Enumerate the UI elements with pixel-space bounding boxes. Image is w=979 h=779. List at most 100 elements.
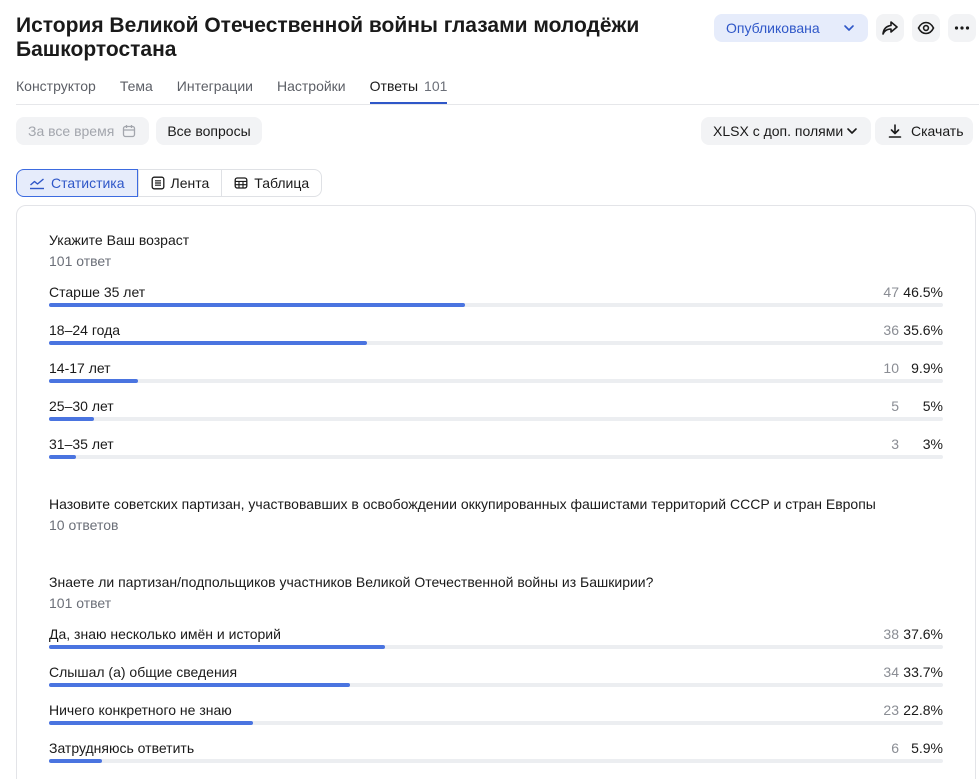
tab-label: Ответы (369, 78, 419, 94)
view-switcher: Статистика Лента Таблица (16, 169, 323, 197)
answer-option: Да, знаю несколько имён и историй 38 37.… (49, 626, 943, 650)
option-bar-track (49, 645, 943, 649)
option-count: 23 (883, 702, 899, 718)
option-bar-track (49, 759, 943, 763)
option-count: 6 (891, 740, 899, 756)
answer-option: 14-17 лет 10 9.9% (49, 360, 943, 384)
question-title: Знаете ли партизан/подпольщиков участник… (49, 574, 654, 590)
option-percent: 33.7% (903, 664, 943, 680)
calendar-icon (122, 125, 136, 138)
option-count: 3 (891, 436, 899, 452)
option-bar-fill (49, 645, 386, 649)
option-label: Ничего конкретного не знаю (49, 702, 232, 718)
question-answers-count: 101 ответ (49, 595, 112, 611)
option-percent: 5.9% (911, 740, 943, 756)
answer-option: Ничего конкретного не знаю 23 22.8% (49, 702, 943, 726)
option-label: Затрудняюсь ответить (49, 740, 195, 756)
option-bar-track (49, 417, 943, 421)
option-bar-track (49, 455, 943, 459)
option-bar-track (49, 341, 943, 345)
option-bar-track (49, 379, 943, 383)
question-answers-count: 10 ответов (49, 517, 119, 533)
answers-count-badge: 101 (424, 78, 448, 94)
tab-answers[interactable]: Ответы 101 (369, 78, 448, 104)
option-count: 34 (883, 664, 899, 680)
view-feed[interactable]: Лента (137, 170, 222, 196)
option-bar-fill (49, 759, 102, 763)
option-bar-fill (49, 341, 368, 345)
option-bar-fill (49, 455, 76, 459)
option-percent: 5% (922, 398, 943, 414)
question-answers-count: 101 ответ (49, 253, 112, 269)
preview-button[interactable] (912, 14, 940, 42)
questions-filter-button[interactable]: Все вопросы (156, 117, 262, 145)
option-percent: 37.6% (903, 626, 943, 642)
more-button[interactable] (948, 14, 976, 42)
option-bar-fill (49, 417, 94, 421)
share-button[interactable] (876, 14, 904, 42)
option-bar-fill (49, 683, 351, 687)
list-icon (151, 176, 164, 190)
option-label: 14-17 лет (49, 360, 111, 376)
answer-option: Слышал (а) общие сведения 34 33.7% (49, 664, 943, 688)
option-percent: 9.9% (911, 360, 943, 376)
tab-label: Интеграции (176, 78, 253, 94)
chart-icon (30, 178, 44, 190)
option-percent: 46.5% (903, 284, 943, 300)
option-bar-track (49, 721, 943, 725)
option-label: 25–30 лет (49, 398, 114, 414)
option-count: 10 (883, 360, 899, 376)
status-dropdown[interactable]: Опубликована (714, 14, 868, 42)
questions-filter-label: Все вопросы (167, 123, 251, 139)
option-label: 31–35 лет (49, 436, 114, 452)
more-dots-icon (954, 26, 970, 30)
eye-icon (917, 21, 935, 35)
view-label: Лента (170, 175, 210, 191)
tab-theme[interactable]: Тема (120, 78, 153, 104)
option-count: 36 (883, 322, 899, 338)
question-block[interactable]: Назовите советских партизан, участвовавш… (49, 494, 943, 535)
view-statistics[interactable]: Статистика (16, 169, 138, 197)
question-title: Укажите Ваш возраст (49, 232, 190, 248)
export-format-label: XLSX с доп. полями (713, 123, 844, 139)
answer-option: 25–30 лет 5 5% (49, 398, 943, 422)
answer-option: Старше 35 лет 47 46.5% (49, 284, 943, 308)
option-percent: 3% (922, 436, 943, 452)
date-range-placeholder: За все время (28, 123, 115, 139)
answer-option: 31–35 лет 3 3% (49, 436, 943, 460)
option-label: 18–24 года (49, 322, 121, 338)
tab-label: Тема (119, 78, 153, 94)
option-label: Старше 35 лет (49, 284, 146, 300)
view-label: Таблица (254, 175, 310, 191)
question-block: Укажите Ваш возраст 101 ответ (49, 230, 943, 271)
view-table[interactable]: Таблица (221, 170, 321, 196)
table-icon (234, 177, 248, 189)
option-percent: 22.8% (903, 702, 943, 718)
answer-option: 18–24 года 36 35.6% (49, 322, 943, 346)
tab-constructor[interactable]: Конструктор (16, 78, 96, 104)
option-label: Слышал (а) общие сведения (49, 664, 238, 680)
form-tabs: Конструктор Тема Интеграции Настройки От… (16, 78, 471, 104)
question-block: Знаете ли партизан/подпольщиков участник… (49, 572, 943, 613)
option-count: 5 (891, 398, 899, 414)
export-format-dropdown[interactable]: XLSX с доп. полями (701, 117, 871, 145)
option-bar-fill (49, 721, 253, 725)
option-bar-fill (49, 303, 465, 307)
download-button[interactable]: Скачать (875, 117, 973, 145)
option-count: 38 (883, 626, 899, 642)
option-percent: 35.6% (903, 322, 943, 338)
share-icon (882, 21, 898, 35)
tab-settings[interactable]: Настройки (277, 78, 346, 104)
option-bar-track (49, 683, 943, 687)
option-bar-track (49, 303, 943, 307)
date-range-picker[interactable]: За все время (16, 117, 149, 145)
status-label: Опубликована (726, 20, 820, 36)
page-title: История Великой Отечественной войны глаз… (16, 14, 640, 61)
option-label: Да, знаю несколько имён и историй (49, 626, 281, 642)
tab-label: Конструктор (16, 78, 96, 94)
option-count: 47 (883, 284, 899, 300)
tab-label: Настройки (276, 78, 346, 94)
chevron-down-icon (844, 25, 854, 31)
tab-integrations[interactable]: Интеграции (177, 78, 253, 104)
download-icon (888, 124, 902, 138)
